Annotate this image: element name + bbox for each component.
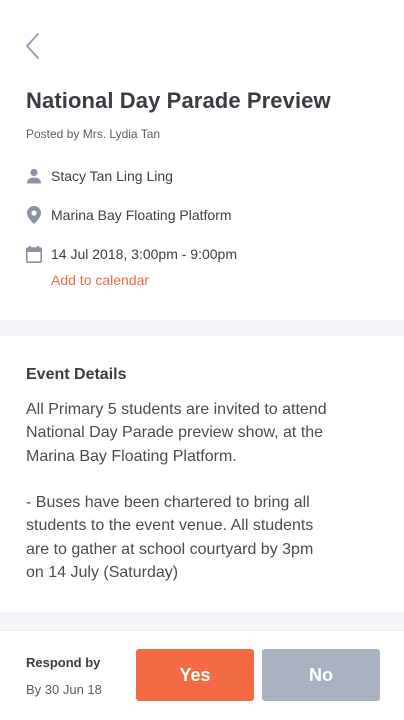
- back-button[interactable]: [24, 31, 44, 61]
- section-divider: [0, 612, 404, 630]
- respond-by-date: By 30 Jun 18: [26, 682, 102, 697]
- location-pin-icon: [26, 206, 42, 224]
- calendar-icon: [26, 245, 42, 263]
- event-title: National Day Parade Preview: [26, 88, 331, 113]
- event-details-body: All Primary 5 students are invited to at…: [26, 398, 386, 584]
- event-details-heading: Event Details: [26, 366, 127, 383]
- section-divider: [0, 320, 404, 336]
- no-button[interactable]: No: [262, 649, 380, 701]
- event-person: Stacy Tan Ling Ling: [51, 168, 173, 184]
- event-location: Marina Bay Floating Platform: [51, 207, 232, 223]
- respond-footer: Respond by By 30 Jun 18 Yes No: [0, 630, 404, 720]
- event-location-row: Marina Bay Floating Platform: [26, 206, 232, 224]
- event-datetime-row: 14 Jul 2018, 3:00pm - 9:00pm: [26, 245, 237, 263]
- chevron-left-icon: [26, 33, 39, 59]
- person-icon: [26, 167, 42, 185]
- yes-button[interactable]: Yes: [136, 649, 254, 701]
- add-to-calendar-link[interactable]: Add to calendar: [51, 272, 149, 288]
- posted-by: Posted by Mrs. Lydia Tan: [26, 127, 161, 141]
- event-datetime: 14 Jul 2018, 3:00pm - 9:00pm: [51, 246, 238, 262]
- event-person-row: Stacy Tan Ling Ling: [26, 167, 173, 185]
- event-details-paragraph: - Buses have been chartered to bring all…: [26, 494, 314, 582]
- respond-by-label: Respond by: [26, 655, 101, 670]
- event-details-paragraph: All Primary 5 students are invited to at…: [26, 401, 327, 465]
